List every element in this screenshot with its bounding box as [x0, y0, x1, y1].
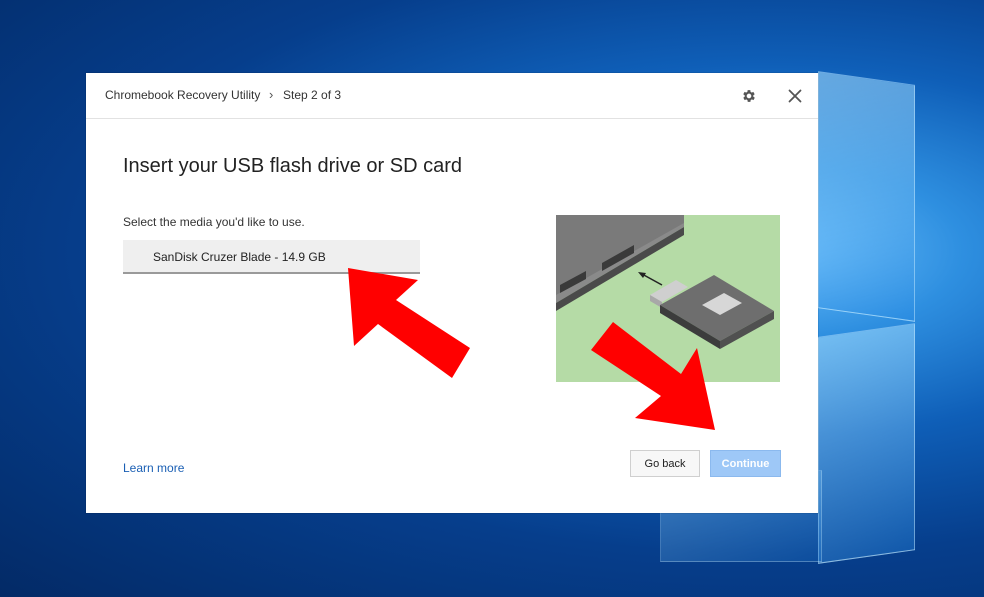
breadcrumb-separator: ›: [269, 87, 274, 102]
red-arrow-annotation: [591, 322, 715, 430]
continue-button[interactable]: Continue: [710, 450, 781, 477]
learn-more-link[interactable]: Learn more: [123, 461, 184, 475]
breadcrumb-step: Step 2 of 3: [283, 88, 342, 102]
breadcrumb-app-title: Chromebook Recovery Utility: [105, 88, 261, 102]
go-back-button[interactable]: Go back: [630, 450, 700, 477]
select-media-label: Select the media you'd like to use.: [123, 215, 305, 229]
close-button[interactable]: [784, 85, 806, 107]
settings-button[interactable]: [738, 85, 760, 107]
windows-logo-pane: [818, 71, 915, 322]
red-arrow-annotation: [348, 268, 470, 378]
windows-logo-pane: [818, 323, 915, 564]
close-icon: [788, 89, 802, 103]
gear-icon: [743, 90, 755, 102]
media-option-label: SanDisk Cruzer Blade - 14.9 GB: [153, 250, 326, 264]
title-bar: Chromebook Recovery Utility › Step 2 of …: [86, 73, 818, 119]
page-title: Insert your USB flash drive or SD card: [123, 155, 463, 177]
